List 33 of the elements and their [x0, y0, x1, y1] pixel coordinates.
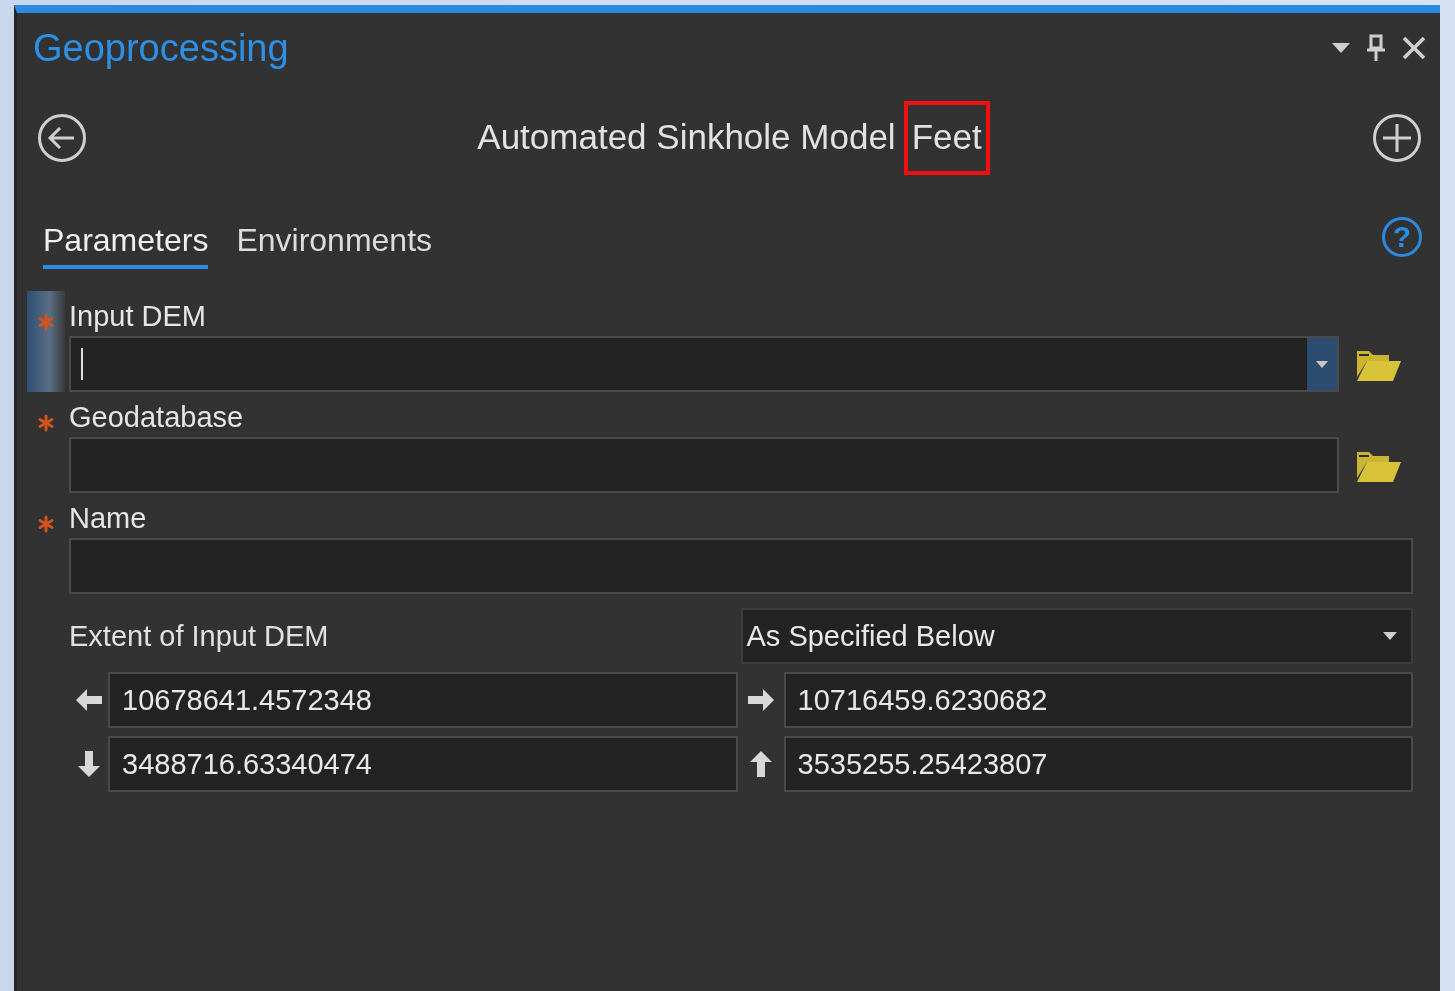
plus-icon — [1372, 113, 1422, 163]
right-arrow-icon — [746, 687, 775, 713]
parameter-label: Geodatabase — [69, 400, 245, 435]
tab[interactable]: Environments — [236, 222, 433, 269]
pin-button[interactable] — [1366, 34, 1386, 62]
dropdown-button[interactable] — [1307, 338, 1337, 390]
caret-icon — [1383, 632, 1397, 640]
caret-icon — [1316, 360, 1328, 368]
parameter-label: Extent of Input DEM — [69, 619, 330, 653]
parameter-label: Input DEM — [69, 299, 207, 334]
coordinate-field[interactable]: 10678641.4572348 — [108, 672, 738, 728]
options-button[interactable] — [1332, 43, 1350, 53]
text-cursor — [81, 348, 83, 380]
close-button[interactable] — [1402, 36, 1426, 60]
coordinate-field[interactable]: 3488716.63340474 — [108, 736, 738, 792]
back-button[interactable] — [37, 113, 87, 163]
pane-title: Geoprocessing — [33, 26, 290, 70]
extent-dropdown[interactable]: As Specified Below — [740, 608, 1413, 664]
dropdown-field[interactable] — [69, 336, 1339, 392]
pin-icon — [1366, 34, 1386, 62]
caret-icon — [1332, 43, 1350, 53]
close-icon — [1402, 36, 1426, 60]
input-field[interactable] — [69, 437, 1339, 493]
tool-title: Automated Sinkhole Model — [476, 116, 897, 158]
tab[interactable]: Parameters — [43, 222, 209, 269]
left-arrow-icon — [74, 687, 103, 713]
coordinate-field[interactable]: 10716459.6230682 — [783, 672, 1413, 728]
parameter-label: Name — [69, 501, 148, 536]
input-field[interactable] — [69, 538, 1413, 594]
highlighted-title-text: Feet — [903, 101, 990, 175]
coordinate-field[interactable]: 3535255.25423807 — [783, 736, 1413, 792]
help-button[interactable]: ? — [1382, 217, 1422, 257]
add-button[interactable] — [1372, 113, 1422, 163]
